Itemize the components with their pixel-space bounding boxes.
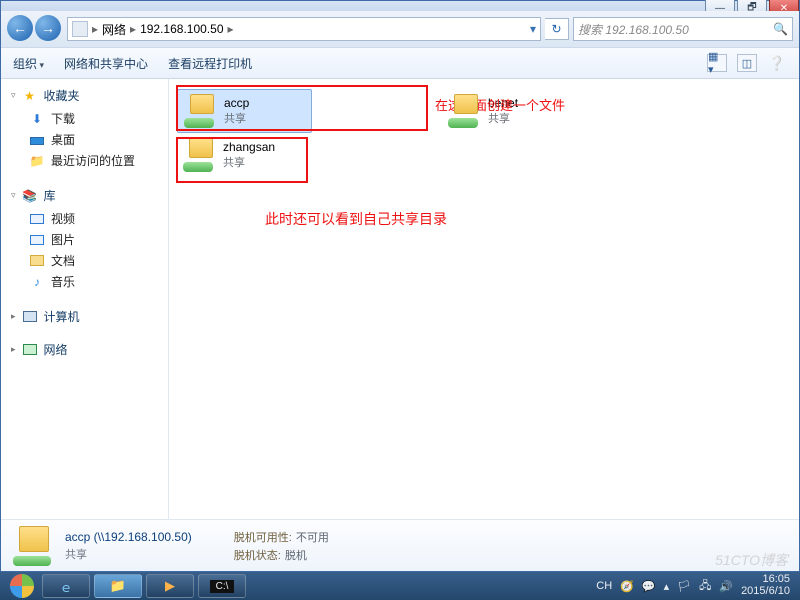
details-title: accp (\\192.168.100.50): [65, 530, 192, 544]
system-tray: CH 🧭 💬 ▴ 🏳 🖧 🔊 16:05 2015/6/10: [596, 574, 796, 597]
folder-icon: 📁: [110, 578, 126, 594]
sidebar-item-videos[interactable]: 视频: [11, 208, 158, 229]
details-pane: accp (\\192.168.100.50) 共享 脱机可用性:不可用 脱机状…: [1, 519, 799, 571]
annotation-2: 此时还可以看到自己共享目录: [265, 209, 447, 229]
preview-pane-button[interactable]: ◫: [737, 54, 757, 72]
item-row: accp共享 在这里面创建一个文件 benet共享: [177, 89, 791, 133]
action-center-icon[interactable]: 🏳: [677, 580, 691, 593]
search-icon: 🔍: [773, 22, 788, 36]
watermark: 51CTO博客: [715, 550, 788, 570]
chevron-right-icon: ▸: [130, 22, 136, 36]
taskbar-ie[interactable]: ｅ: [42, 574, 90, 598]
picture-icon: [29, 232, 45, 248]
network-icon: [22, 342, 38, 358]
windows-logo-icon: [10, 574, 34, 598]
sidebar-libraries: ▿📚库 视频 图片 文档 ♪音乐: [11, 187, 158, 292]
shared-folder-icon: [448, 94, 482, 128]
crumb-host[interactable]: 192.168.100.50: [140, 22, 223, 36]
computer-icon: [22, 309, 38, 325]
search-input[interactable]: 搜索 192.168.100.50 🔍: [573, 17, 793, 41]
sidebar-item-downloads[interactable]: ⬇下载: [11, 108, 158, 129]
dropdown-icon[interactable]: ▾: [530, 22, 536, 36]
shared-folder-icon: [13, 526, 53, 566]
cmd-icon: C:\: [210, 580, 235, 593]
start-button[interactable]: [4, 572, 40, 600]
library-icon: 📚: [22, 188, 38, 204]
body: ▿★收藏夹 ⬇下载 桌面 📁最近访问的位置 ▿📚库 视频 图片 文档 ♪音乐 ▸…: [1, 79, 799, 519]
explorer-window: — 🗗 ✕ ← → ▸ 网络 ▸ 192.168.100.50 ▸ ▾ ↻ 搜索…: [0, 0, 800, 572]
star-icon: ★: [22, 88, 38, 104]
taskbar-explorer[interactable]: 📁: [94, 574, 142, 598]
network-header[interactable]: ▸网络: [11, 341, 158, 358]
network-center-button[interactable]: 网络和共享中心: [64, 55, 148, 72]
remote-printers-button[interactable]: 查看远程打印机: [168, 55, 252, 72]
details-subtitle: 共享: [65, 546, 192, 562]
shared-folder-icon: [183, 138, 217, 172]
caption-bar: [1, 1, 799, 11]
chevron-right-icon: ▸: [92, 22, 98, 36]
music-icon: ♪: [29, 274, 45, 290]
shared-folder-icon: [184, 94, 218, 128]
nav-row: ← → ▸ 网络 ▸ 192.168.100.50 ▸ ▾ ↻ 搜索 192.1…: [1, 11, 799, 47]
network-tray-icon[interactable]: 🖧: [699, 577, 711, 596]
search-placeholder: 搜索 192.168.100.50: [578, 21, 689, 38]
computer-header[interactable]: ▸计算机: [11, 308, 158, 325]
sidebar-favorites: ▿★收藏夹 ⬇下载 桌面 📁最近访问的位置: [11, 87, 158, 171]
libraries-header[interactable]: ▿📚库: [11, 187, 158, 204]
refresh-button[interactable]: ↻: [545, 18, 569, 40]
volume-icon[interactable]: 🔊: [719, 580, 733, 593]
help-button[interactable]: ❔: [767, 54, 787, 72]
play-icon: ▶: [165, 578, 175, 594]
download-icon: ⬇: [29, 111, 45, 127]
favorites-header[interactable]: ▿★收藏夹: [11, 87, 158, 104]
video-icon: [29, 211, 45, 227]
document-icon: [29, 253, 45, 269]
sidebar-item-pictures[interactable]: 图片: [11, 229, 158, 250]
chevron-right-icon: ▸: [228, 22, 234, 36]
sidebar-computer: ▸计算机: [11, 308, 158, 325]
taskbar-cmd[interactable]: C:\: [198, 574, 246, 598]
ie-icon: ｅ: [59, 577, 72, 596]
share-item-zhangsan[interactable]: zhangsan共享: [177, 133, 312, 177]
taskbar-mediaplayer[interactable]: ▶: [146, 574, 194, 598]
item-row: zhangsan共享: [177, 133, 791, 177]
toolbar: 组织 网络和共享中心 查看远程打印机 ▦ ▾ ◫ ❔: [1, 47, 799, 79]
sidebar-network: ▸网络: [11, 341, 158, 358]
nav-buttons: ← →: [7, 15, 63, 43]
clock[interactable]: 16:05 2015/6/10: [741, 574, 790, 597]
view-options-button[interactable]: ▦ ▾: [707, 54, 727, 72]
desktop-icon: [29, 132, 45, 148]
ime-indicator[interactable]: CH: [596, 580, 612, 592]
computer-icon: [72, 21, 88, 37]
chevron-up-icon[interactable]: ▴: [664, 580, 670, 593]
crumb-network[interactable]: 网络: [102, 21, 126, 38]
toolbar-right: ▦ ▾ ◫ ❔: [707, 54, 787, 72]
sidebar-item-music[interactable]: ♪音乐: [11, 271, 158, 292]
taskbar: ｅ 📁 ▶ C:\ CH 🧭 💬 ▴ 🏳 🖧 🔊 16:05 2015/6/10: [0, 572, 800, 600]
share-item-accp[interactable]: accp共享: [177, 89, 312, 133]
tray-icon[interactable]: 💬: [642, 580, 656, 593]
sidebar-item-recent[interactable]: 📁最近访问的位置: [11, 150, 158, 171]
content-pane[interactable]: accp共享 在这里面创建一个文件 benet共享 zhangsan共享 此时还…: [169, 79, 799, 519]
recent-icon: 📁: [29, 153, 45, 169]
sidebar-item-documents[interactable]: 文档: [11, 250, 158, 271]
tray-icon[interactable]: 🧭: [620, 580, 634, 593]
nav-sidebar: ▿★收藏夹 ⬇下载 桌面 📁最近访问的位置 ▿📚库 视频 图片 文档 ♪音乐 ▸…: [1, 79, 169, 519]
breadcrumb[interactable]: ▸ 网络 ▸ 192.168.100.50 ▸ ▾: [67, 17, 541, 41]
organize-menu[interactable]: 组织: [13, 55, 44, 72]
forward-button[interactable]: →: [35, 15, 61, 41]
back-button[interactable]: ←: [7, 15, 33, 41]
sidebar-item-desktop[interactable]: 桌面: [11, 129, 158, 150]
